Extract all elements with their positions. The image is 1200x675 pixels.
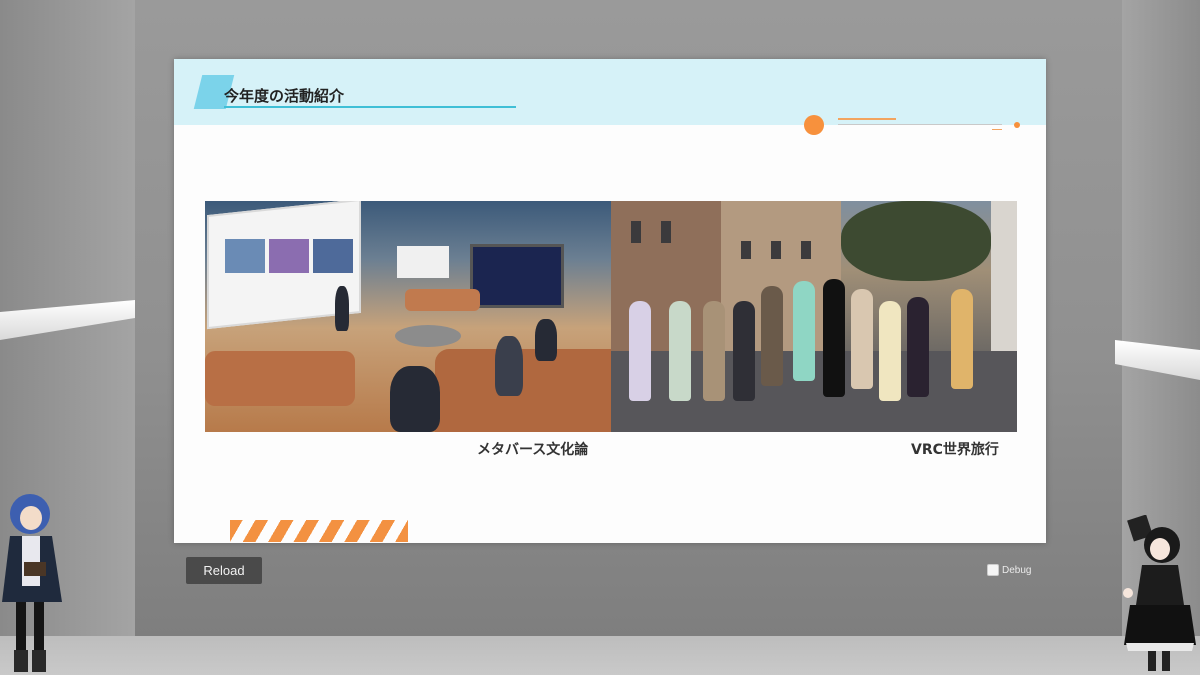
photo-couch	[435, 349, 611, 432]
photo-avatar	[823, 279, 845, 397]
photo-caption-metaverse: メタバース文化論	[477, 442, 589, 458]
decor-line	[992, 129, 1002, 130]
debug-toggle[interactable]: Debug	[987, 564, 1031, 576]
photo-couch	[205, 351, 355, 406]
photo-avatar	[761, 286, 783, 386]
avatar-gothic-dress	[1123, 515, 1196, 671]
photo-window	[741, 241, 751, 259]
reload-button[interactable]: Reload	[186, 557, 262, 584]
photo-couch	[405, 289, 480, 311]
debug-checkbox[interactable]	[987, 564, 999, 576]
photo-avatar	[669, 301, 691, 401]
photo-caption-travel: VRC世界旅行	[911, 442, 999, 458]
photo-avatar	[851, 289, 873, 389]
photo-avatar	[495, 336, 523, 396]
debug-label: Debug	[1002, 564, 1032, 576]
room-floor	[0, 636, 1200, 675]
photo-window	[771, 241, 781, 259]
photo-avatar	[535, 319, 557, 361]
photo-avatar	[907, 297, 929, 397]
photo-avatar	[335, 286, 349, 331]
photo-window	[631, 221, 641, 243]
photo-avatar	[629, 301, 651, 401]
decor-line	[838, 118, 896, 120]
decor-circle-large	[804, 115, 824, 135]
slide-screen: 今年度の活動紹介 メタバース文化論 VRC世界旅行	[174, 59, 1046, 543]
photo-window	[801, 241, 811, 259]
photo-avatar	[951, 289, 973, 389]
decor-circle-small	[1014, 122, 1020, 128]
slide-title-underline	[224, 106, 516, 108]
decor-line	[838, 124, 1002, 125]
decor-stripes	[230, 520, 408, 542]
photo-wall-frame	[397, 246, 449, 278]
photo-board-tile	[269, 239, 309, 273]
photo-avatar	[390, 366, 440, 432]
photo-world-travel	[611, 201, 1017, 432]
photo-avatar	[733, 301, 755, 401]
photo-board-tile	[225, 239, 265, 273]
photo-window	[661, 221, 671, 243]
avatar-blue-hair	[2, 494, 62, 672]
photo-table	[395, 325, 461, 347]
photo-avatar	[879, 301, 901, 401]
photo-avatar	[703, 301, 725, 401]
photo-tv-screen	[470, 244, 564, 308]
photo-building	[991, 201, 1017, 351]
photo-board-tile	[313, 239, 353, 273]
slide-title: 今年度の活動紹介	[224, 87, 345, 105]
photo-tree	[841, 201, 991, 281]
photo-metaverse-lounge	[205, 201, 611, 432]
photo-avatar	[793, 281, 815, 381]
